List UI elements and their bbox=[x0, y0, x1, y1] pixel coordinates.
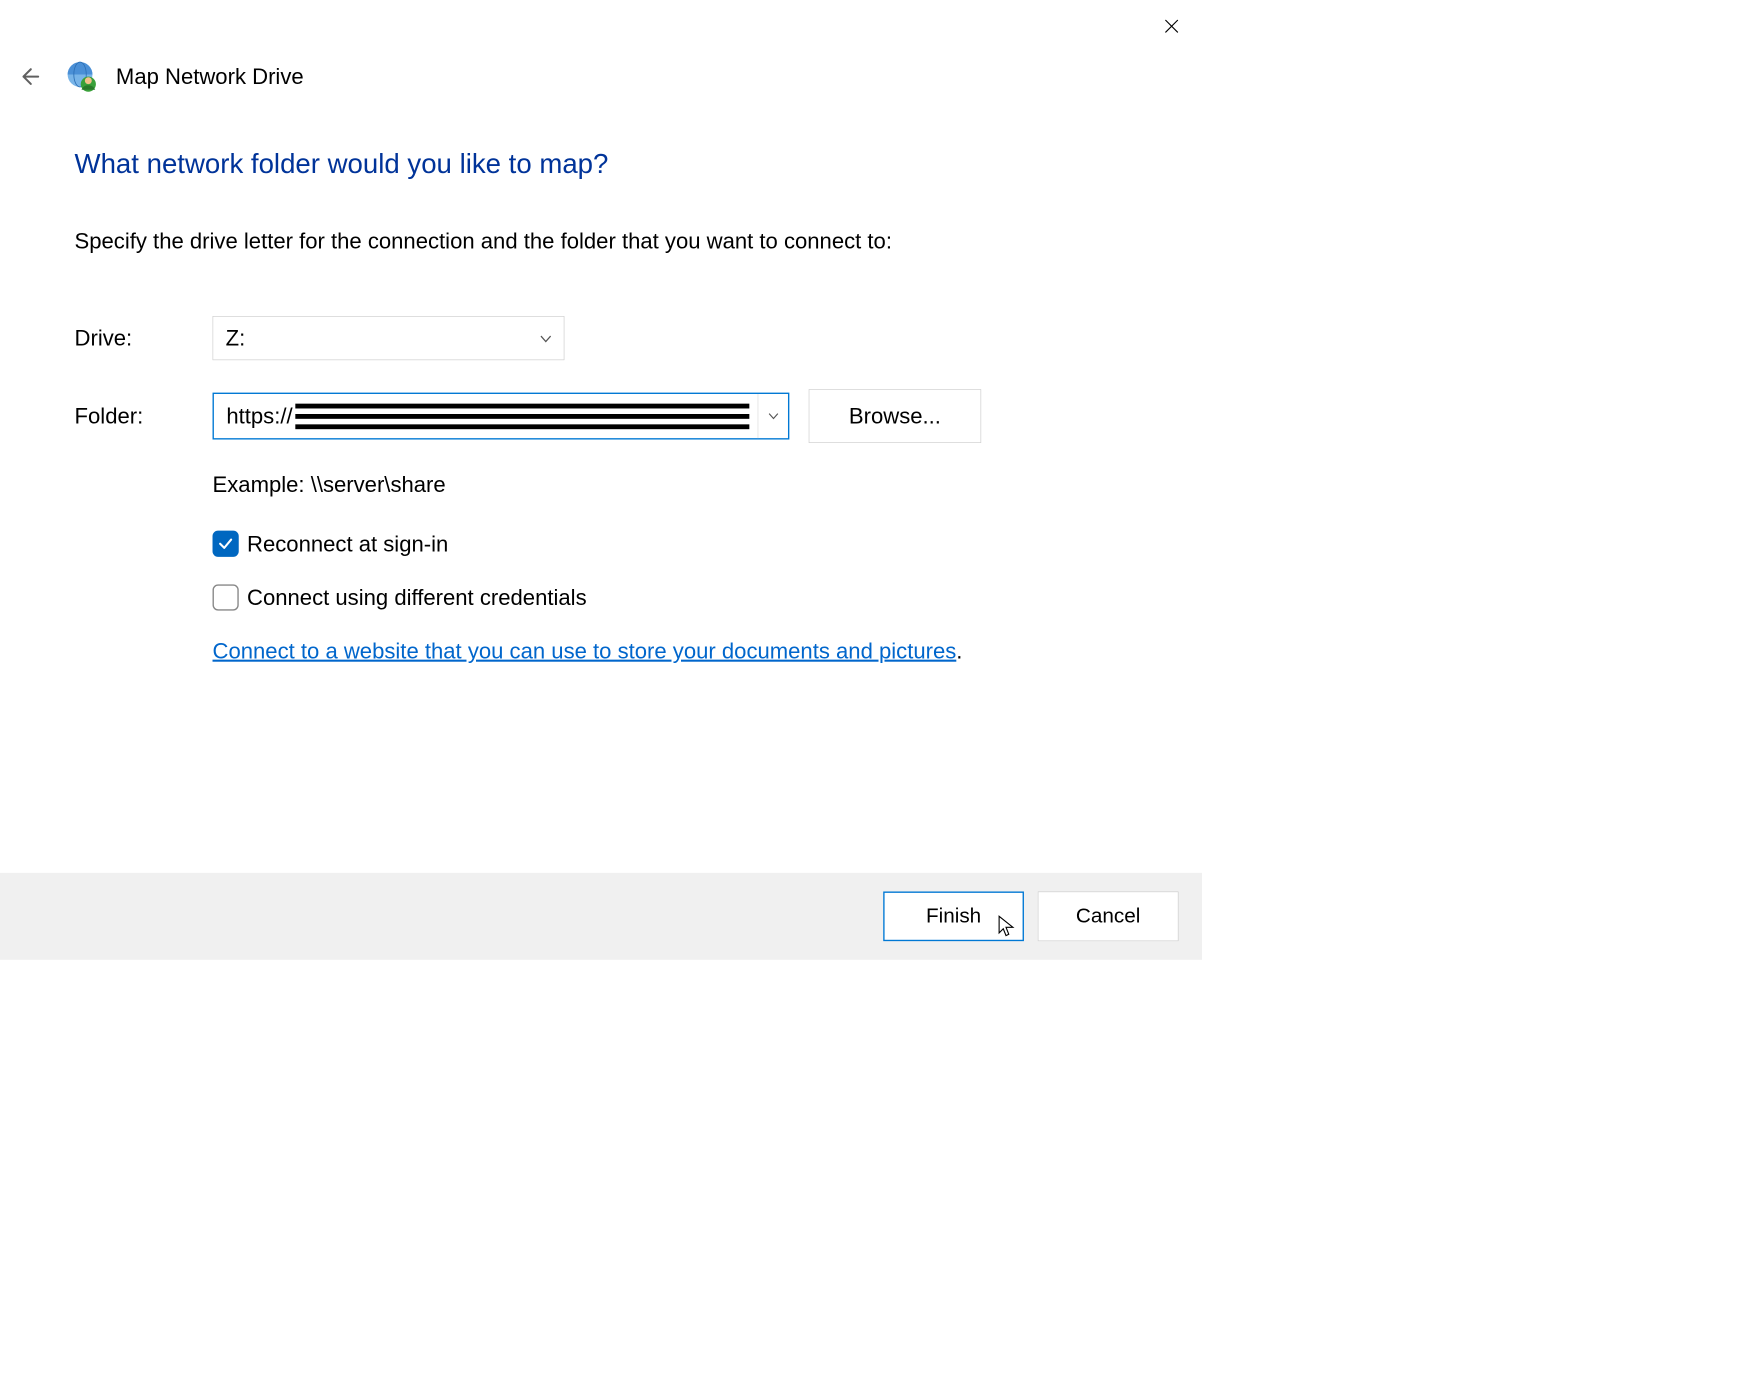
finish-button[interactable]: Finish bbox=[883, 891, 1024, 941]
reconnect-label: Reconnect at sign-in bbox=[247, 531, 448, 557]
drive-select[interactable]: Z: bbox=[213, 316, 565, 360]
browse-label: Browse... bbox=[849, 403, 941, 429]
main-heading: What network folder would you like to ma… bbox=[75, 149, 1202, 180]
drive-row: Drive: Z: bbox=[75, 316, 1202, 360]
folder-url-prefix: https:// bbox=[226, 403, 292, 429]
connect-website-link[interactable]: Connect to a website that you can use to… bbox=[213, 638, 1202, 664]
content-area: What network folder would you like to ma… bbox=[0, 92, 1202, 663]
close-button[interactable] bbox=[1158, 12, 1186, 40]
browse-button[interactable]: Browse... bbox=[809, 389, 982, 443]
credentials-checkbox[interactable] bbox=[213, 584, 239, 610]
credentials-row: Connect using different credentials bbox=[213, 584, 1202, 610]
footer: Finish Cancel bbox=[0, 873, 1202, 960]
cursor-icon bbox=[996, 915, 1018, 937]
folder-redacted-text bbox=[295, 400, 757, 433]
drive-value: Z: bbox=[226, 325, 246, 351]
chevron-down-icon bbox=[539, 325, 553, 351]
back-arrow-icon bbox=[18, 66, 40, 88]
reconnect-checkbox[interactable] bbox=[213, 531, 239, 557]
link-label: Connect to a website that you can use to… bbox=[213, 638, 957, 663]
folder-input[interactable]: https:// bbox=[214, 400, 758, 433]
credentials-label: Connect using different credentials bbox=[247, 585, 587, 611]
reconnect-row: Reconnect at sign-in bbox=[213, 531, 1202, 557]
finish-label: Finish bbox=[926, 905, 981, 928]
chevron-down-icon bbox=[767, 410, 779, 422]
instruction-text: Specify the drive letter for the connect… bbox=[75, 228, 1202, 254]
folder-row: Folder: https:// Browse... bbox=[75, 389, 1202, 443]
cancel-label: Cancel bbox=[1076, 905, 1140, 928]
folder-dropdown-button[interactable] bbox=[758, 394, 788, 438]
folder-combobox[interactable]: https:// bbox=[213, 393, 790, 440]
checkmark-icon bbox=[217, 535, 234, 552]
close-icon bbox=[1163, 18, 1180, 35]
cancel-button[interactable]: Cancel bbox=[1038, 891, 1179, 941]
header: Map Network Drive bbox=[0, 0, 1202, 92]
app-icon bbox=[66, 61, 98, 93]
back-button[interactable] bbox=[15, 63, 43, 91]
folder-label: Folder: bbox=[75, 403, 213, 429]
window-title: Map Network Drive bbox=[116, 64, 304, 90]
drive-label: Drive: bbox=[75, 325, 213, 351]
example-text: Example: \\server\share bbox=[213, 472, 1202, 498]
link-period: . bbox=[956, 638, 962, 664]
